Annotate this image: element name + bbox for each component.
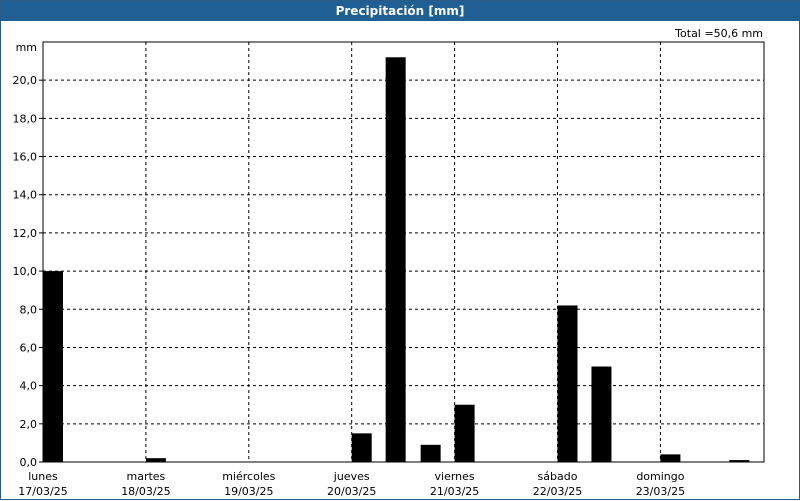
x-day-label: miércoles [222,470,275,483]
y-tick-label: 12,0 [13,227,38,240]
y-tick-label: 6,0 [20,341,38,354]
precipitation-bar [729,460,750,462]
x-day-label: sábado [538,470,578,483]
x-date-label: 19/03/25 [224,485,273,498]
x-date-label: 18/03/25 [121,485,170,498]
y-tick-label: 0,0 [20,456,38,469]
x-day-label: lunes [28,470,58,483]
precipitation-bar [557,305,578,462]
x-day-label: viernes [435,470,475,483]
x-date-label: 22/03/25 [533,485,582,498]
x-date-label: 17/03/25 [18,485,67,498]
y-tick-label: 10,0 [13,265,38,278]
precipitation-bar [660,454,681,462]
precipitation-chart: 0,0 2,0 4,0 6,0 8,0 10,0 12,0 14,0 16,0 18,0 20,0 m… [13,41,765,498]
y-tick-label: 2,0 [20,418,38,431]
x-date-label: 20/03/25 [327,485,376,498]
y-tick-label: 4,0 [20,380,38,393]
x-day-label: jueves [333,470,370,483]
chart-window: Precipitación [mm] Total =50,6 mm 0,0 2,0… [0,0,800,500]
y-tick-label: 18,0 [13,112,38,125]
y-tick-label: 20,0 [13,74,38,87]
x-date-label: 23/03/25 [636,485,685,498]
precipitation-bar [591,366,612,462]
x-day-label: martes [127,470,166,483]
precipitation-bar [385,57,406,462]
precipitation-bar [43,271,63,462]
x-day-label: domingo [636,470,684,483]
y-axis-unit: mm [16,41,37,54]
y-tick-label: 8,0 [20,303,38,316]
y-tick-label: 16,0 [13,151,38,164]
precipitation-bar [145,458,166,462]
y-tick-label: 14,0 [13,189,38,202]
precipitation-bar [351,433,372,462]
precipitation-bar [420,444,441,462]
precipitation-bar [454,404,475,462]
x-date-label: 21/03/25 [430,485,479,498]
